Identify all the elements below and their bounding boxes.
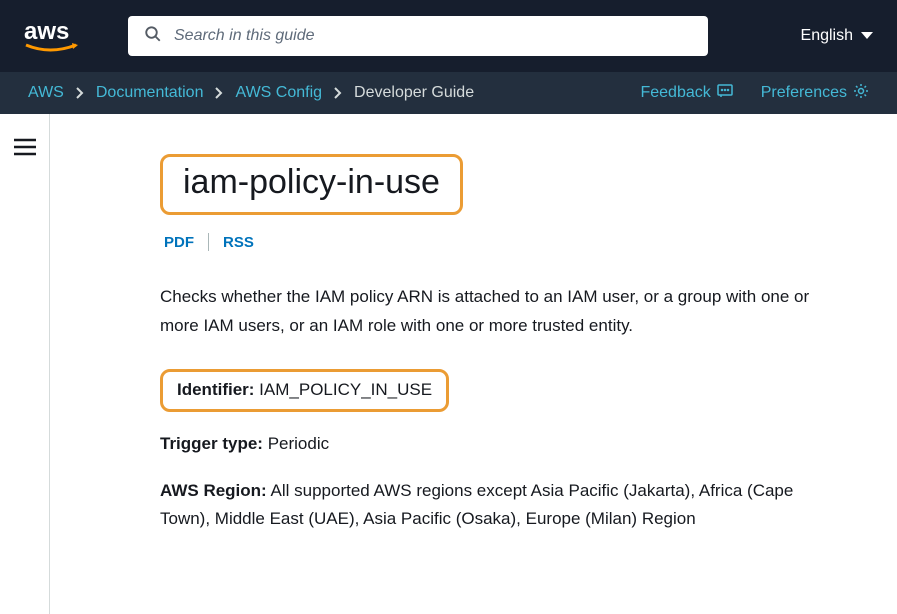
trigger-label: Trigger type:: [160, 434, 263, 453]
page-description: Checks whether the IAM policy ARN is att…: [160, 283, 830, 341]
svg-text:aws: aws: [24, 18, 69, 45]
doc-links: PDF RSS: [160, 233, 849, 251]
top-bar: aws English: [0, 0, 897, 72]
identifier-value: IAM_POLICY_IN_USE: [254, 380, 432, 399]
search-icon: [144, 25, 162, 48]
region-row: AWS Region: All supported AWS regions ex…: [160, 477, 830, 535]
language-selector[interactable]: English: [801, 27, 873, 45]
breadcrumb-aws[interactable]: AWS: [28, 84, 64, 102]
feedback-link[interactable]: Feedback: [640, 83, 732, 104]
breadcrumb-right: Feedback Preferences: [640, 83, 869, 104]
feedback-icon: [717, 83, 733, 104]
feedback-label: Feedback: [640, 84, 710, 102]
breadcrumb-aws-config[interactable]: AWS Config: [235, 84, 322, 102]
page-title: iam-policy-in-use: [160, 154, 463, 215]
language-label: English: [801, 27, 853, 45]
pdf-link[interactable]: PDF: [164, 234, 208, 251]
identifier-row: Identifier: IAM_POLICY_IN_USE: [160, 369, 830, 412]
hamburger-menu-icon[interactable]: [14, 138, 36, 614]
trigger-value: Periodic: [263, 434, 329, 453]
preferences-link[interactable]: Preferences: [761, 83, 869, 104]
sidebar-column: [0, 114, 50, 614]
preferences-label: Preferences: [761, 84, 847, 102]
chevron-down-icon: [861, 27, 873, 45]
breadcrumb-documentation[interactable]: Documentation: [96, 84, 204, 102]
main-area: iam-policy-in-use PDF RSS Checks whether…: [0, 114, 897, 614]
gear-icon: [853, 83, 869, 104]
trigger-row: Trigger type: Periodic: [160, 430, 830, 459]
aws-logo[interactable]: aws: [24, 17, 88, 55]
chevron-right-icon: [215, 87, 223, 99]
breadcrumb-developer-guide: Developer Guide: [354, 84, 474, 102]
search-input[interactable]: [174, 27, 692, 45]
region-label: AWS Region:: [160, 481, 267, 500]
chevron-right-icon: [334, 87, 342, 99]
content: iam-policy-in-use PDF RSS Checks whether…: [50, 114, 897, 614]
chevron-right-icon: [76, 87, 84, 99]
identifier-label: Identifier:: [177, 380, 254, 399]
search-container[interactable]: [128, 16, 708, 56]
breadcrumb-bar: AWS Documentation AWS Config Developer G…: [0, 72, 897, 114]
rss-link[interactable]: RSS: [209, 234, 268, 251]
